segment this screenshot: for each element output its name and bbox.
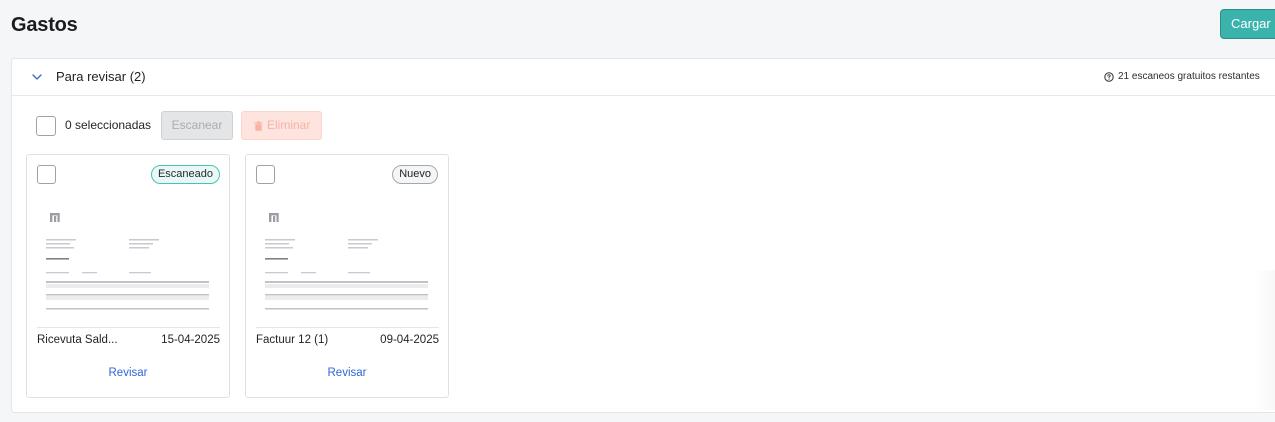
select-all-checkbox[interactable] <box>36 116 56 136</box>
document-date: 09-04-2025 <box>380 334 439 346</box>
page-title: Gastos <box>11 14 78 36</box>
upload-button[interactable]: Cargar <box>1220 9 1275 39</box>
delete-button[interactable]: Eliminar <box>241 111 322 140</box>
bulk-toolbar: 0 seleccionadas Escanear Eliminar <box>12 111 412 140</box>
expense-card[interactable]: Nuevo Factuur 12 (1) 09-04-2025 Revisar <box>245 154 449 398</box>
chevron-down-icon[interactable] <box>31 71 43 83</box>
document-name: Factuur 12 (1) <box>256 334 329 346</box>
section-title: Para revisar (2) <box>56 69 146 84</box>
selected-count: 0 seleccionadas <box>65 118 152 132</box>
expense-card[interactable]: Escaneado Ricevuta Sald... 15-04-2025 Re… <box>26 154 230 398</box>
card-divider <box>37 327 220 328</box>
card-checkbox[interactable] <box>256 165 275 184</box>
review-link[interactable]: Revisar <box>27 367 229 379</box>
status-badge: Nuevo <box>392 165 438 184</box>
status-badge: Escaneado <box>150 165 220 184</box>
help-circle-icon <box>1104 71 1114 82</box>
scans-remaining-text: 21 escaneos gratuitos restantes <box>1118 71 1260 82</box>
trash-icon <box>254 120 263 131</box>
scans-remaining: 21 escaneos gratuitos restantes <box>1104 71 1260 82</box>
card-divider <box>256 327 439 328</box>
review-panel: Para revisar (2) 21 escaneos gratuitos r… <box>11 58 1275 413</box>
document-date: 15-04-2025 <box>161 334 220 346</box>
delete-label: Eliminar <box>267 118 311 132</box>
panel-header[interactable]: Para revisar (2) 21 escaneos gratuitos r… <box>12 59 1275 96</box>
document-preview-icon <box>265 213 428 310</box>
document-preview-icon <box>46 213 209 310</box>
document-name: Ricevuta Sald... <box>37 334 118 346</box>
card-checkbox[interactable] <box>37 165 56 184</box>
scan-button[interactable]: Escanear <box>161 111 233 140</box>
review-link[interactable]: Revisar <box>246 367 448 379</box>
